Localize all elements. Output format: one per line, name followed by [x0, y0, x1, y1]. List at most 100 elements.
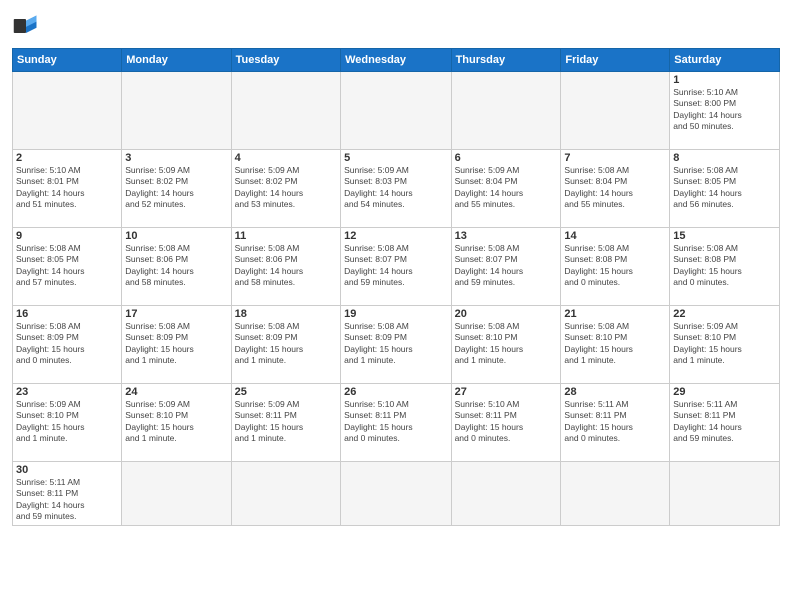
calendar-week-3: 9Sunrise: 5:08 AMSunset: 8:05 PMDaylight…: [13, 228, 780, 306]
day-info: Sunrise: 5:08 AMSunset: 8:05 PMDaylight:…: [16, 243, 118, 289]
day-info: Sunrise: 5:08 AMSunset: 8:09 PMDaylight:…: [16, 321, 118, 367]
calendar-cell: 24Sunrise: 5:09 AMSunset: 8:10 PMDayligh…: [122, 384, 231, 462]
calendar-cell: [122, 72, 231, 150]
day-info: Sunrise: 5:10 AMSunset: 8:11 PMDaylight:…: [455, 399, 558, 445]
day-number: 27: [455, 386, 558, 398]
day-info: Sunrise: 5:08 AMSunset: 8:09 PMDaylight:…: [125, 321, 227, 367]
day-info: Sunrise: 5:08 AMSunset: 8:04 PMDaylight:…: [564, 165, 666, 211]
calendar-cell: [122, 462, 231, 526]
day-number: 16: [16, 308, 118, 320]
day-info: Sunrise: 5:08 AMSunset: 8:05 PMDaylight:…: [673, 165, 776, 211]
calendar-cell: 5Sunrise: 5:09 AMSunset: 8:03 PMDaylight…: [341, 150, 451, 228]
calendar-cell: 3Sunrise: 5:09 AMSunset: 8:02 PMDaylight…: [122, 150, 231, 228]
day-number: 5: [344, 152, 447, 164]
day-number: 23: [16, 386, 118, 398]
day-info: Sunrise: 5:08 AMSunset: 8:08 PMDaylight:…: [564, 243, 666, 289]
calendar-header-friday: Friday: [561, 49, 670, 72]
day-number: 18: [235, 308, 337, 320]
day-info: Sunrise: 5:09 AMSunset: 8:10 PMDaylight:…: [125, 399, 227, 445]
calendar-cell: 10Sunrise: 5:08 AMSunset: 8:06 PMDayligh…: [122, 228, 231, 306]
calendar-header-saturday: Saturday: [670, 49, 780, 72]
calendar-header-tuesday: Tuesday: [231, 49, 340, 72]
day-number: 4: [235, 152, 337, 164]
day-number: 19: [344, 308, 447, 320]
calendar-cell: 25Sunrise: 5:09 AMSunset: 8:11 PMDayligh…: [231, 384, 340, 462]
calendar-cell: 21Sunrise: 5:08 AMSunset: 8:10 PMDayligh…: [561, 306, 670, 384]
day-number: 21: [564, 308, 666, 320]
day-number: 13: [455, 230, 558, 242]
day-info: Sunrise: 5:09 AMSunset: 8:10 PMDaylight:…: [16, 399, 118, 445]
day-number: 7: [564, 152, 666, 164]
day-number: 22: [673, 308, 776, 320]
day-number: 30: [16, 464, 118, 476]
logo: [12, 12, 44, 40]
calendar-cell: [231, 462, 340, 526]
day-info: Sunrise: 5:09 AMSunset: 8:02 PMDaylight:…: [125, 165, 227, 211]
day-number: 26: [344, 386, 447, 398]
calendar-cell: 7Sunrise: 5:08 AMSunset: 8:04 PMDaylight…: [561, 150, 670, 228]
day-number: 25: [235, 386, 337, 398]
day-info: Sunrise: 5:08 AMSunset: 8:09 PMDaylight:…: [235, 321, 337, 367]
day-number: 17: [125, 308, 227, 320]
calendar-cell: 2Sunrise: 5:10 AMSunset: 8:01 PMDaylight…: [13, 150, 122, 228]
calendar-week-1: 1Sunrise: 5:10 AMSunset: 8:00 PMDaylight…: [13, 72, 780, 150]
calendar-cell: 12Sunrise: 5:08 AMSunset: 8:07 PMDayligh…: [341, 228, 451, 306]
day-number: 6: [455, 152, 558, 164]
calendar-cell: 27Sunrise: 5:10 AMSunset: 8:11 PMDayligh…: [451, 384, 561, 462]
calendar-cell: 1Sunrise: 5:10 AMSunset: 8:00 PMDaylight…: [670, 72, 780, 150]
day-number: 29: [673, 386, 776, 398]
calendar-week-4: 16Sunrise: 5:08 AMSunset: 8:09 PMDayligh…: [13, 306, 780, 384]
day-number: 28: [564, 386, 666, 398]
calendar-cell: [341, 72, 451, 150]
day-info: Sunrise: 5:11 AMSunset: 8:11 PMDaylight:…: [16, 477, 118, 523]
day-info: Sunrise: 5:10 AMSunset: 8:00 PMDaylight:…: [673, 87, 776, 133]
calendar-cell: [670, 462, 780, 526]
calendar-week-6: 30Sunrise: 5:11 AMSunset: 8:11 PMDayligh…: [13, 462, 780, 526]
calendar-cell: 22Sunrise: 5:09 AMSunset: 8:10 PMDayligh…: [670, 306, 780, 384]
calendar-cell: 18Sunrise: 5:08 AMSunset: 8:09 PMDayligh…: [231, 306, 340, 384]
calendar-header-thursday: Thursday: [451, 49, 561, 72]
calendar-cell: 11Sunrise: 5:08 AMSunset: 8:06 PMDayligh…: [231, 228, 340, 306]
calendar-cell: 9Sunrise: 5:08 AMSunset: 8:05 PMDaylight…: [13, 228, 122, 306]
day-info: Sunrise: 5:08 AMSunset: 8:06 PMDaylight:…: [125, 243, 227, 289]
day-info: Sunrise: 5:08 AMSunset: 8:06 PMDaylight:…: [235, 243, 337, 289]
calendar-cell: 16Sunrise: 5:08 AMSunset: 8:09 PMDayligh…: [13, 306, 122, 384]
day-info: Sunrise: 5:09 AMSunset: 8:10 PMDaylight:…: [673, 321, 776, 367]
day-number: 2: [16, 152, 118, 164]
calendar-cell: 8Sunrise: 5:08 AMSunset: 8:05 PMDaylight…: [670, 150, 780, 228]
calendar-week-2: 2Sunrise: 5:10 AMSunset: 8:01 PMDaylight…: [13, 150, 780, 228]
calendar-cell: 26Sunrise: 5:10 AMSunset: 8:11 PMDayligh…: [341, 384, 451, 462]
day-info: Sunrise: 5:08 AMSunset: 8:07 PMDaylight:…: [344, 243, 447, 289]
day-info: Sunrise: 5:08 AMSunset: 8:10 PMDaylight:…: [455, 321, 558, 367]
day-number: 1: [673, 74, 776, 86]
day-number: 10: [125, 230, 227, 242]
day-number: 24: [125, 386, 227, 398]
calendar-cell: [561, 72, 670, 150]
calendar-cell: 15Sunrise: 5:08 AMSunset: 8:08 PMDayligh…: [670, 228, 780, 306]
day-info: Sunrise: 5:11 AMSunset: 8:11 PMDaylight:…: [564, 399, 666, 445]
calendar-cell: 4Sunrise: 5:09 AMSunset: 8:02 PMDaylight…: [231, 150, 340, 228]
calendar-cell: 30Sunrise: 5:11 AMSunset: 8:11 PMDayligh…: [13, 462, 122, 526]
calendar-header-sunday: Sunday: [13, 49, 122, 72]
day-number: 8: [673, 152, 776, 164]
calendar-week-5: 23Sunrise: 5:09 AMSunset: 8:10 PMDayligh…: [13, 384, 780, 462]
calendar-cell: [13, 72, 122, 150]
calendar-cell: 23Sunrise: 5:09 AMSunset: 8:10 PMDayligh…: [13, 384, 122, 462]
day-info: Sunrise: 5:09 AMSunset: 8:11 PMDaylight:…: [235, 399, 337, 445]
day-info: Sunrise: 5:08 AMSunset: 8:08 PMDaylight:…: [673, 243, 776, 289]
calendar-cell: 29Sunrise: 5:11 AMSunset: 8:11 PMDayligh…: [670, 384, 780, 462]
day-number: 15: [673, 230, 776, 242]
day-info: Sunrise: 5:08 AMSunset: 8:09 PMDaylight:…: [344, 321, 447, 367]
calendar-cell: 13Sunrise: 5:08 AMSunset: 8:07 PMDayligh…: [451, 228, 561, 306]
day-info: Sunrise: 5:08 AMSunset: 8:10 PMDaylight:…: [564, 321, 666, 367]
calendar-cell: [451, 72, 561, 150]
day-info: Sunrise: 5:10 AMSunset: 8:11 PMDaylight:…: [344, 399, 447, 445]
day-number: 20: [455, 308, 558, 320]
page: SundayMondayTuesdayWednesdayThursdayFrid…: [0, 0, 792, 612]
day-number: 9: [16, 230, 118, 242]
day-info: Sunrise: 5:11 AMSunset: 8:11 PMDaylight:…: [673, 399, 776, 445]
calendar-header-monday: Monday: [122, 49, 231, 72]
calendar-header-wednesday: Wednesday: [341, 49, 451, 72]
day-info: Sunrise: 5:09 AMSunset: 8:03 PMDaylight:…: [344, 165, 447, 211]
calendar-cell: 28Sunrise: 5:11 AMSunset: 8:11 PMDayligh…: [561, 384, 670, 462]
